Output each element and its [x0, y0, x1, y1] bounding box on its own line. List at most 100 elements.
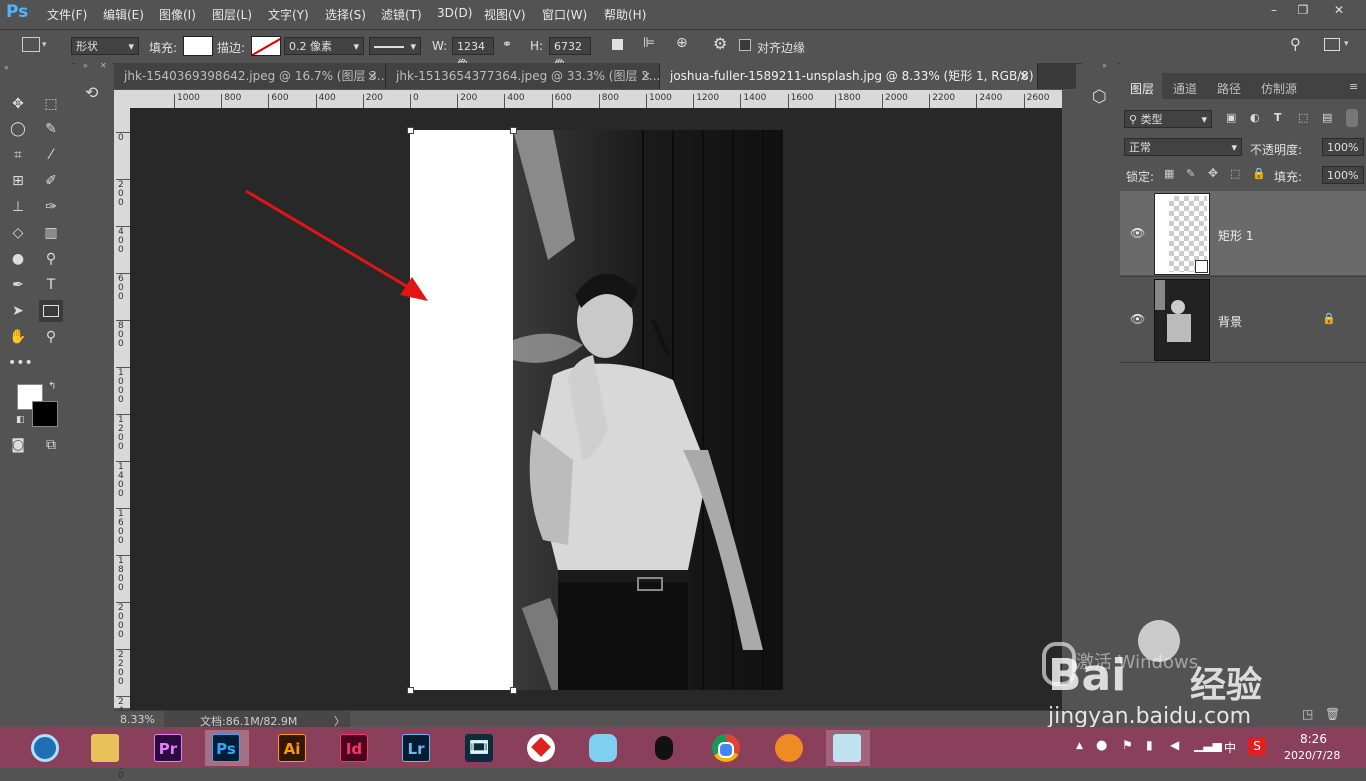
taskbar-app-premiere[interactable]: Pr [147, 730, 191, 766]
marquee-tool-icon[interactable]: ⬚ [41, 94, 61, 114]
history-brush-tool-icon[interactable]: ✑ [41, 197, 61, 217]
transform-handle[interactable] [510, 127, 517, 134]
menu-layer[interactable]: 图层(L) [212, 6, 252, 23]
gear-icon[interactable]: ⚙ [713, 34, 727, 53]
screen-mode-icon[interactable]: ⧉ [41, 435, 61, 455]
3d-cube-icon[interactable]: ⬡ [1092, 87, 1107, 107]
ruler-origin[interactable] [114, 90, 130, 108]
restore-icon[interactable]: ❐ [1294, 3, 1312, 19]
path-alignment-icon[interactable]: ⊫ [643, 35, 655, 51]
eye-icon[interactable]: 👁 [1130, 226, 1145, 240]
eraser-tool-icon[interactable]: ◇ [8, 223, 28, 243]
lock-all-icon[interactable]: 🔒 [1252, 167, 1266, 180]
ruler-vertical[interactable]: 0 2 0 0 4 0 0 6 0 0 8 0 0 1 0 0 0 1 2 0 0 1 4 0… [114, 108, 130, 781]
tab-document-1[interactable]: jhk-1540369398642.jpeg @ 16.7% (图层 3... … [114, 63, 386, 89]
zoom-tool-icon[interactable]: ⚲ [41, 327, 61, 347]
eyedropper-tool-icon[interactable]: ⁄ [41, 145, 61, 165]
height-input[interactable]: 6732 像 [549, 37, 591, 71]
lock-pixels-icon[interactable]: ✎ [1186, 167, 1195, 180]
tab-document-2[interactable]: jhk-1513654377364.jpeg @ 33.3% (图层 2... … [386, 63, 660, 89]
stroke-width-select[interactable]: 0.2 像素 ▾ [284, 37, 364, 55]
tray-flag-icon[interactable]: ⚑ [1122, 738, 1133, 752]
blur-tool-icon[interactable]: ● [8, 249, 28, 269]
hand-tool-icon[interactable]: ✋ [8, 327, 28, 347]
taskbar-app-lightroom[interactable]: Lr [395, 730, 439, 766]
opacity-input[interactable]: 100% [1322, 138, 1364, 156]
fill-input[interactable]: 100% [1322, 166, 1364, 184]
panel-menu-icon[interactable]: ≡ [1349, 80, 1358, 93]
tab-document-active[interactable]: joshua-fuller-1589211-unsplash.jpg @ 8.3… [660, 63, 1038, 89]
filter-adjustment-icon[interactable]: ◐ [1250, 111, 1260, 124]
path-arrangement-icon[interactable]: ⊕ [676, 35, 688, 51]
menu-image[interactable]: 图像(I) [159, 6, 196, 23]
filter-toggle[interactable] [1346, 109, 1358, 127]
menu-file[interactable]: 文件(F) [47, 6, 87, 23]
filter-type-icon[interactable]: T [1274, 111, 1282, 124]
taskbar-app-photoshop[interactable]: Ps [205, 730, 249, 766]
stroke-swatch[interactable] [251, 36, 281, 56]
link-icon[interactable]: ⚭ [502, 37, 512, 51]
quick-select-tool-icon[interactable]: ✎ [41, 119, 61, 139]
lock-artboard-icon[interactable]: ⬚ [1230, 167, 1240, 180]
dodge-tool-icon[interactable]: ⚲ [41, 249, 61, 269]
tool-mode-select[interactable]: 形状 ▾ [71, 37, 139, 55]
taskbar-app-illustrator[interactable]: Ai [271, 730, 315, 766]
taskbar-app-qq[interactable] [643, 730, 687, 766]
crop-tool-icon[interactable]: ⌗ [8, 145, 28, 165]
filter-shape-icon[interactable]: ⬚ [1298, 111, 1308, 124]
lock-position-icon[interactable]: ✥ [1208, 166, 1218, 180]
collapse-icon[interactable]: « [4, 63, 9, 72]
stroke-type-select[interactable]: ▾ [369, 37, 421, 55]
transform-handle[interactable] [407, 687, 414, 694]
canvas-area[interactable] [130, 108, 1062, 710]
menu-window[interactable]: 窗口(W) [542, 6, 587, 23]
filter-smart-object-icon[interactable]: ▤ [1322, 111, 1332, 124]
move-tool-icon[interactable]: ✥ [8, 94, 28, 114]
fill-swatch[interactable] [183, 36, 213, 56]
taskbar-app-notes[interactable] [826, 730, 870, 766]
tray-network-icon[interactable]: ▁▃▅ [1194, 738, 1222, 752]
tab-close-icon[interactable]: × [367, 63, 377, 89]
menu-view[interactable]: 视图(V) [484, 6, 526, 23]
layer-row-background[interactable]: 👁 背景 🔒 [1120, 277, 1366, 361]
panel-close-icon[interactable]: ✕ [100, 61, 107, 70]
taskbar-app-browser[interactable] [24, 730, 68, 766]
tray-battery-icon[interactable]: ▮ [1146, 738, 1153, 752]
align-edges-checkbox[interactable] [739, 39, 751, 51]
background-color-swatch[interactable] [32, 401, 58, 427]
menu-filter[interactable]: 滤镜(T) [381, 6, 422, 23]
tab-close-icon[interactable]: × [641, 63, 651, 89]
lock-transparent-icon[interactable]: ▦ [1164, 167, 1174, 180]
layer-filter-select[interactable]: ⚲ 类型 ▾ [1124, 110, 1212, 128]
tray-volume-icon[interactable]: ◀ [1170, 738, 1179, 752]
menu-edit[interactable]: 编辑(E) [103, 6, 144, 23]
default-colors-icon[interactable]: ◧ [16, 415, 25, 425]
stamp-tool-icon[interactable]: ⊥ [8, 197, 28, 217]
taskbar-app-media[interactable] [768, 730, 812, 766]
tab-paths[interactable]: 路径 [1217, 80, 1241, 97]
healing-tool-icon[interactable]: ⊞ [8, 171, 28, 191]
clock-time[interactable]: 8:26 [1300, 732, 1327, 746]
filter-pixel-icon[interactable]: ▣ [1226, 111, 1236, 124]
type-tool-icon[interactable]: T [41, 275, 61, 295]
eye-icon[interactable]: 👁 [1130, 312, 1145, 326]
search-icon[interactable]: ⚲ [1290, 35, 1301, 53]
menu-type[interactable]: 文字(Y) [268, 6, 309, 23]
taskbar-app-indesign[interactable]: Id [333, 730, 377, 766]
pen-tool-icon[interactable]: ✒ [8, 275, 28, 295]
menu-select[interactable]: 选择(S) [325, 6, 366, 23]
delete-layer-icon[interactable]: 🗑 [1325, 707, 1340, 721]
quick-mask-icon[interactable]: ◙ [8, 435, 28, 455]
tab-clone-source[interactable]: 仿制源 [1261, 80, 1297, 97]
gradient-tool-icon[interactable]: ▥ [41, 223, 61, 243]
tray-expand-icon[interactable]: ▲ [1076, 741, 1083, 751]
tab-close-icon[interactable]: × [1019, 63, 1029, 89]
taskbar-app-explorer[interactable] [84, 730, 128, 766]
expand-icon[interactable]: » [1102, 61, 1107, 70]
blend-mode-select[interactable]: 正常 ▾ [1124, 138, 1242, 156]
tab-layers[interactable]: 图层 [1130, 80, 1154, 97]
sogou-ime-icon[interactable]: S [1248, 737, 1266, 755]
taskbar-app-video[interactable]: 🎞 [458, 730, 502, 766]
transform-handle[interactable] [510, 687, 517, 694]
transform-handle[interactable] [407, 127, 414, 134]
